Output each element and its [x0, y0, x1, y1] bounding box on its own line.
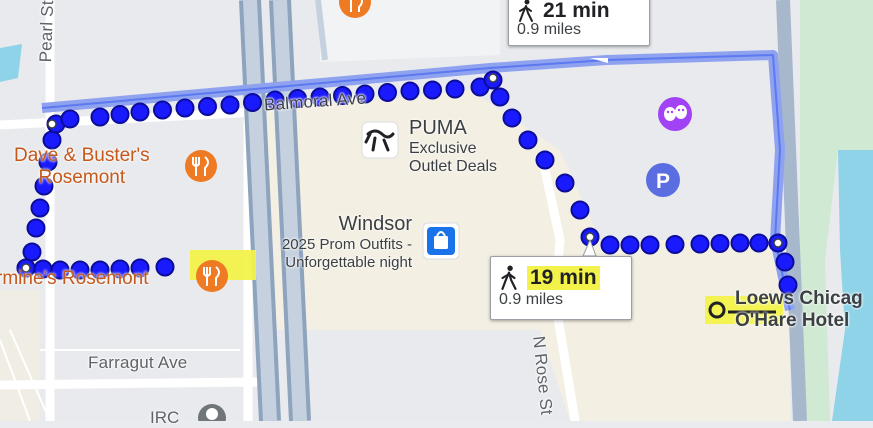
- place-subtitle: Exclusive: [409, 140, 477, 157]
- route-dot: [90, 107, 110, 127]
- route-card-19min[interactable]: 19 min 0.9 miles: [490, 256, 632, 320]
- route-dot: [243, 93, 262, 112]
- route-dot: [502, 108, 522, 128]
- route-dot: [378, 83, 397, 102]
- fork-knife-icon[interactable]: [185, 150, 217, 182]
- route-dot: [30, 198, 50, 218]
- place-label-dave-busters[interactable]: Dave & Buster's Rosemont: [14, 145, 150, 189]
- route-distance: 0.9 miles: [517, 21, 582, 38]
- place-name-line: Dave & Buster's: [14, 145, 150, 166]
- route-dot: [130, 102, 150, 122]
- waypoint-marker: [488, 73, 498, 83]
- waypoint-marker: [773, 238, 783, 248]
- route-duration: 19 min: [527, 266, 600, 290]
- route-dot: [153, 100, 172, 120]
- place-label-partial: IRC: [150, 408, 180, 427]
- place-name-line: O'Hare Hotel: [735, 310, 850, 331]
- route-dot: [690, 234, 710, 254]
- parking-icon[interactable]: P: [646, 163, 680, 197]
- route-dot: [60, 109, 80, 129]
- route-dot: [775, 252, 795, 272]
- route-dot: [22, 242, 42, 262]
- route-dot: [640, 235, 660, 255]
- route-card-21min[interactable]: 21 min 0.9 miles: [508, 0, 650, 46]
- route-dot: [730, 233, 750, 253]
- route-dot: [175, 98, 195, 118]
- place-subtitle: Unforgettable night: [285, 254, 412, 271]
- route-dot: [620, 235, 640, 255]
- route-dot: [26, 218, 46, 238]
- place-name-line: Loews Chicag: [735, 288, 863, 309]
- waypoint-marker: [47, 119, 57, 129]
- route-duration: 21 min: [543, 0, 610, 22]
- route-dot: [423, 80, 442, 100]
- route-dot: [445, 79, 465, 99]
- svg-text:P: P: [656, 170, 670, 193]
- place-subtitle: Outlet Deals: [409, 158, 498, 175]
- puma-logo-icon[interactable]: [361, 121, 399, 159]
- route-dot: [220, 95, 240, 115]
- route-dot: [665, 235, 685, 254]
- route-dot: [555, 173, 575, 193]
- route-dot: [710, 234, 730, 253]
- place-name-line: Rosemont: [38, 167, 126, 188]
- place-label-loews[interactable]: Loews Chicag O'Hare Hotel: [735, 288, 863, 332]
- theater-masks-icon[interactable]: [658, 97, 692, 131]
- street-label-farragut: Farragut Ave: [88, 353, 188, 372]
- route-dot: [600, 235, 620, 255]
- place-name: Windsor: [338, 213, 412, 235]
- route-dot: [749, 233, 769, 253]
- place-label-windsor[interactable]: Windsor 2025 Prom Outfits - Unforgettabl…: [256, 213, 412, 272]
- street-label-pearl: Pearl St: [36, 0, 58, 63]
- walking-person-icon: [519, 0, 533, 22]
- route-dot: [400, 81, 420, 101]
- fork-knife-icon[interactable]: [196, 260, 228, 292]
- shopping-bag-icon[interactable]: [422, 222, 460, 260]
- route-dot: [535, 150, 555, 170]
- route-dot: [110, 105, 130, 124]
- place-label-carmines[interactable]: rmine's Rosemont: [0, 268, 149, 290]
- route-dot: [570, 200, 590, 220]
- route-distance: 0.9 miles: [499, 291, 564, 308]
- route-dot: [198, 97, 217, 116]
- route-dot: [518, 130, 538, 150]
- route-dot: [490, 87, 510, 107]
- place-subtitle: 2025 Prom Outfits -: [281, 236, 412, 253]
- place-label-puma[interactable]: PUMA Exclusive Outlet Deals: [409, 117, 497, 176]
- walking-person-icon: [501, 265, 517, 290]
- route-dot: [155, 257, 175, 277]
- place-name: PUMA: [409, 117, 467, 139]
